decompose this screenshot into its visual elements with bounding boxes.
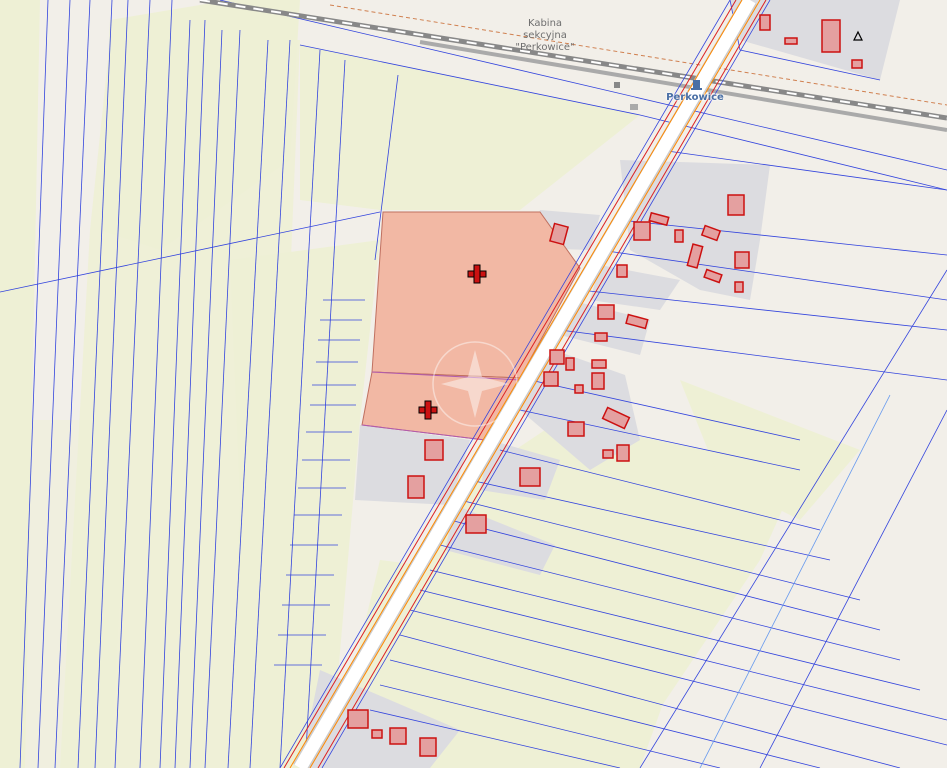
compass-star-icon (432, 341, 518, 427)
cabin-label: Kabina sekcyjna "Perkowice" (500, 18, 590, 54)
station-label[interactable]: Perkowice (660, 92, 730, 103)
map-canvas[interactable] (0, 0, 947, 768)
cabin-label-line-3: "Perkowice" (515, 42, 575, 53)
cabin-label-line-1: Kabina (527, 18, 563, 29)
map-view[interactable]: Kabina sekcyjna "Perkowice" Perkowice (0, 0, 947, 768)
cabin-label-line-2: sekcyjna (523, 30, 567, 41)
